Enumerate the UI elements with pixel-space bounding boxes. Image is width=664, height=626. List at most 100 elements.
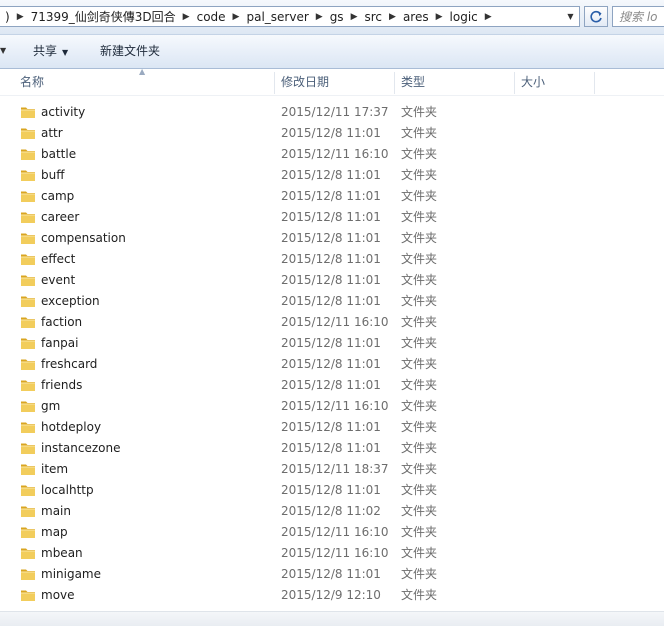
search-box[interactable] xyxy=(612,6,664,27)
file-type: 文件夹 xyxy=(401,210,438,224)
file-date: 2015/12/8 11:01 xyxy=(281,210,381,224)
breadcrumb-item-ares[interactable]: ares xyxy=(399,9,433,26)
folder-icon xyxy=(21,107,35,118)
share-button[interactable]: 共享 ▼ xyxy=(33,35,68,68)
column-divider[interactable] xyxy=(594,72,595,94)
file-name: move xyxy=(41,588,75,602)
file-name: localhttp xyxy=(41,483,94,497)
column-divider[interactable] xyxy=(394,72,395,94)
file-type: 文件夹 xyxy=(401,441,438,455)
file-row[interactable]: gm 2015/12/11 16:10 文件夹 xyxy=(0,396,664,417)
folder-icon xyxy=(21,212,35,223)
file-type: 文件夹 xyxy=(401,336,438,350)
file-name: activity xyxy=(41,105,86,119)
file-date: 2015/12/8 11:01 xyxy=(281,273,381,287)
column-type[interactable]: 类型 xyxy=(401,69,425,95)
file-row[interactable]: activity 2015/12/11 17:37 文件夹 xyxy=(0,102,664,123)
address-bar[interactable]: ) ▶ 71399_仙剑奇侠傳3D回合 ▶ code ▶ pal_server … xyxy=(0,6,580,27)
breadcrumb-item-root[interactable]: ) xyxy=(1,9,14,26)
chevron-right-icon[interactable]: ▶ xyxy=(348,9,361,26)
file-type: 文件夹 xyxy=(401,189,438,203)
column-date[interactable]: 修改日期 xyxy=(281,69,329,95)
command-toolbar: ▼ 共享 ▼ 新建文件夹 xyxy=(0,35,664,69)
new-folder-button[interactable]: 新建文件夹 xyxy=(100,35,160,68)
search-input[interactable] xyxy=(613,7,664,26)
file-row[interactable]: attr 2015/12/8 11:01 文件夹 xyxy=(0,123,664,144)
file-row[interactable]: localhttp 2015/12/8 11:01 文件夹 xyxy=(0,480,664,501)
breadcrumb-item-pal-server[interactable]: pal_server xyxy=(242,9,312,26)
chevron-down-icon: ▼ xyxy=(62,48,69,57)
file-date: 2015/12/8 11:01 xyxy=(281,168,381,182)
breadcrumb-item-project[interactable]: 71399_仙剑奇侠傳3D回合 xyxy=(27,9,180,26)
file-row[interactable]: main 2015/12/8 11:02 文件夹 xyxy=(0,501,664,522)
folder-icon xyxy=(21,191,35,202)
file-type: 文件夹 xyxy=(401,378,438,392)
chevron-right-icon[interactable]: ▶ xyxy=(14,9,27,26)
folder-icon xyxy=(21,422,35,433)
file-row[interactable]: effect 2015/12/8 11:01 文件夹 xyxy=(0,249,664,270)
file-name: minigame xyxy=(41,567,102,581)
file-row[interactable]: exception 2015/12/8 11:01 文件夹 xyxy=(0,291,664,312)
chevron-down-icon: ▼ xyxy=(567,12,574,21)
chevron-right-icon[interactable]: ▶ xyxy=(433,9,446,26)
file-row[interactable]: compensation 2015/12/8 11:01 文件夹 xyxy=(0,228,664,249)
address-history-dropdown[interactable]: ▼ xyxy=(562,7,579,26)
refresh-button[interactable] xyxy=(584,6,608,27)
file-date: 2015/12/8 11:01 xyxy=(281,567,381,581)
file-date: 2015/12/8 11:01 xyxy=(281,126,381,140)
file-date: 2015/12/8 11:01 xyxy=(281,252,381,266)
file-date: 2015/12/11 16:10 xyxy=(281,399,389,413)
folder-icon xyxy=(21,464,35,475)
folder-icon xyxy=(21,233,35,244)
breadcrumb-item-code[interactable]: code xyxy=(193,9,230,26)
file-type: 文件夹 xyxy=(401,525,438,539)
file-row[interactable]: friends 2015/12/8 11:01 文件夹 xyxy=(0,375,664,396)
chevron-right-icon[interactable]: ▶ xyxy=(230,9,243,26)
column-name[interactable]: 名称 xyxy=(20,69,44,95)
file-row[interactable]: hotdeploy 2015/12/8 11:01 文件夹 xyxy=(0,417,664,438)
file-row[interactable]: fanpai 2015/12/8 11:01 文件夹 xyxy=(0,333,664,354)
toolbar-overflow-icon[interactable]: ▼ xyxy=(0,43,6,59)
file-row[interactable]: buff 2015/12/8 11:01 文件夹 xyxy=(0,165,664,186)
file-row[interactable]: career 2015/12/8 11:01 文件夹 xyxy=(0,207,664,228)
folder-icon xyxy=(21,296,35,307)
breadcrumb-item-gs[interactable]: gs xyxy=(326,9,348,26)
file-name: battle xyxy=(41,147,77,161)
sort-ascending-icon: ▲ xyxy=(139,67,146,76)
file-row[interactable]: instancezone 2015/12/8 11:01 文件夹 xyxy=(0,438,664,459)
file-row[interactable]: faction 2015/12/11 16:10 文件夹 xyxy=(0,312,664,333)
file-type: 文件夹 xyxy=(401,504,438,518)
chevron-right-icon[interactable]: ▶ xyxy=(180,9,193,26)
file-row[interactable]: mbean 2015/12/11 16:10 文件夹 xyxy=(0,543,664,564)
file-row[interactable]: minigame 2015/12/8 11:01 文件夹 xyxy=(0,564,664,585)
chevron-right-icon[interactable]: ▶ xyxy=(313,9,326,26)
column-divider[interactable] xyxy=(514,72,515,94)
column-size[interactable]: 大小 xyxy=(521,69,545,95)
file-row[interactable]: camp 2015/12/8 11:01 文件夹 xyxy=(0,186,664,207)
file-name: map xyxy=(41,525,68,539)
folder-icon xyxy=(21,338,35,349)
file-row[interactable]: battle 2015/12/11 16:10 文件夹 xyxy=(0,144,664,165)
file-date: 2015/12/8 11:01 xyxy=(281,231,381,245)
file-type: 文件夹 xyxy=(401,588,438,602)
file-row[interactable]: move 2015/12/9 12:10 文件夹 xyxy=(0,585,664,606)
file-date: 2015/12/11 16:10 xyxy=(281,525,389,539)
file-row[interactable]: event 2015/12/8 11:01 文件夹 xyxy=(0,270,664,291)
file-date: 2015/12/11 16:10 xyxy=(281,147,389,161)
folder-icon xyxy=(21,527,35,538)
file-name: gm xyxy=(41,399,61,413)
file-type: 文件夹 xyxy=(401,357,438,371)
file-type: 文件夹 xyxy=(401,105,438,119)
file-row[interactable]: freshcard 2015/12/8 11:01 文件夹 xyxy=(0,354,664,375)
file-type: 文件夹 xyxy=(401,315,438,329)
file-row[interactable]: map 2015/12/11 16:10 文件夹 xyxy=(0,522,664,543)
file-date: 2015/12/8 11:01 xyxy=(281,378,381,392)
breadcrumb-item-logic[interactable]: logic xyxy=(446,9,482,26)
chevron-right-icon[interactable]: ▶ xyxy=(386,9,399,26)
column-divider[interactable] xyxy=(274,72,275,94)
file-name: compensation xyxy=(41,231,126,245)
file-date: 2015/12/8 11:01 xyxy=(281,294,381,308)
breadcrumb-item-src[interactable]: src xyxy=(360,9,386,26)
file-row[interactable]: item 2015/12/11 18:37 文件夹 xyxy=(0,459,664,480)
chevron-right-icon[interactable]: ▶ xyxy=(482,9,495,26)
